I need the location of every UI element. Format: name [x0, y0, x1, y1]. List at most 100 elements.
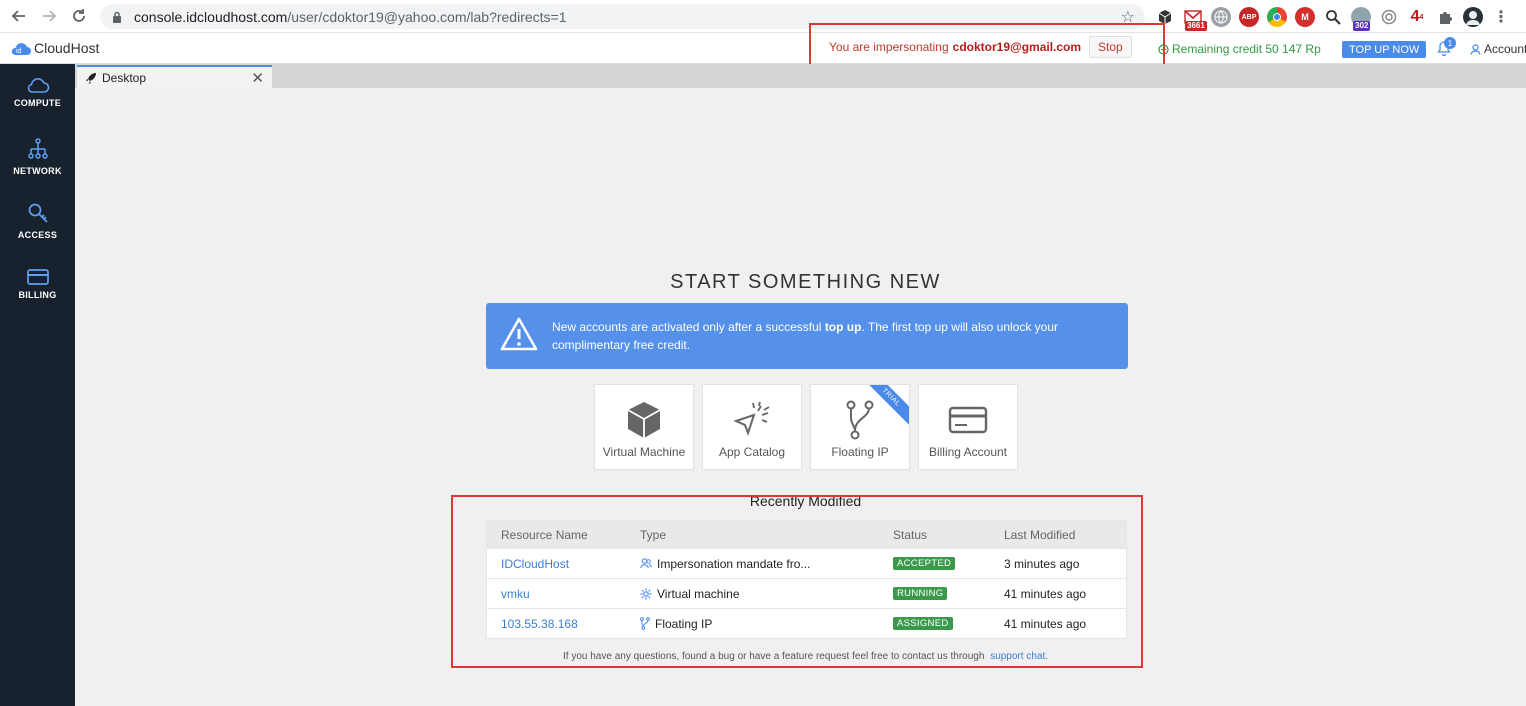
page-title: START SOMETHING NEW: [670, 271, 941, 293]
last-modified: 41 minutes ago: [1004, 586, 1087, 601]
network-icon: [27, 138, 48, 159]
sidebar-item-label: BILLING: [18, 290, 57, 300]
sidebar-item-billing[interactable]: BILLING: [0, 268, 75, 328]
table-header: Resource Name Type Status Last Modified: [487, 521, 1126, 548]
logo-text: CloudHost: [34, 40, 100, 56]
circle-ext-icon[interactable]: [1379, 7, 1399, 27]
reload-icon[interactable]: [68, 5, 90, 27]
card-label: Virtual Machine: [602, 445, 686, 459]
tab-strip: Desktop ✕: [75, 64, 1526, 88]
alert-top-up-link[interactable]: top up: [825, 320, 862, 334]
puzzle-icon[interactable]: [1435, 7, 1455, 27]
cube-icon: [627, 402, 661, 438]
card-icon: [948, 406, 988, 434]
app-header: id CloudHost You are impersonating cdokt…: [0, 23, 1526, 70]
sidebar-item-access[interactable]: ACCESS: [0, 202, 75, 262]
table-row[interactable]: IDCloudHost Impersonation mandate fro...…: [487, 548, 1126, 578]
card-virtual-machine[interactable]: Virtual Machine: [594, 384, 694, 470]
resource-type: Virtual machine: [657, 586, 740, 601]
quick-start-cards: Virtual Machine App Catalog TRIAL Floati…: [594, 384, 1018, 470]
col-type[interactable]: Type: [640, 521, 666, 548]
gear-icon: [640, 588, 652, 600]
back-icon[interactable]: [8, 5, 30, 27]
mail-m-icon[interactable]: M: [1295, 7, 1315, 27]
resource-type: Impersonation mandate fro...: [657, 556, 811, 571]
close-icon[interactable]: ✕: [251, 69, 264, 87]
sidebar-item-compute[interactable]: COMPUTE: [0, 76, 75, 136]
sidebar-item-label: COMPUTE: [13, 98, 62, 108]
recent-resources-table: Resource Name Type Status Last Modified …: [486, 520, 1127, 639]
logo-prefix: id: [16, 48, 22, 55]
profile-avatar[interactable]: [1463, 7, 1483, 27]
alert-text-before: New accounts are activated only after a …: [552, 320, 825, 334]
card-billing-account[interactable]: Billing Account: [918, 384, 1018, 470]
card-label: App Catalog: [718, 445, 786, 459]
resource-type: Floating IP: [655, 616, 713, 631]
last-modified: 41 minutes ago: [1004, 616, 1087, 631]
support-chat-link[interactable]: support chat.: [990, 651, 1048, 662]
card-floating-ip[interactable]: TRIAL Floating IP: [810, 384, 910, 470]
cloud-icon: [27, 78, 49, 93]
top-up-button[interactable]: TOP UP NOW: [1342, 41, 1427, 58]
card-label: Floating IP: [831, 445, 889, 459]
logo[interactable]: id CloudHost: [10, 40, 99, 56]
impersonating-email: cdoktor19@gmail.com: [952, 39, 1082, 54]
menu-dots-icon[interactable]: ⋮: [1491, 7, 1511, 27]
gmail-icon[interactable]: 3661: [1183, 7, 1207, 31]
credit-icon: [1158, 43, 1169, 55]
resource-link[interactable]: 103.55.38.168: [501, 617, 578, 631]
credit-text: Remaining credit 50 147 Rp: [1172, 42, 1321, 56]
sidebar: COMPUTE NETWORK ACCESS BILLING: [0, 64, 75, 706]
card-app-catalog[interactable]: App Catalog: [702, 384, 802, 470]
gmail-badge: 3661: [1185, 21, 1207, 31]
table-row[interactable]: vmku Virtual machine RUNNING 41 minutes …: [487, 578, 1126, 608]
browser-toolbar: console.idcloudhost.com /user/cdoktor19@…: [0, 0, 1526, 33]
notifications-count: 1: [1444, 37, 1456, 49]
key-icon: [28, 203, 48, 223]
activation-alert: New accounts are activated only after a …: [486, 303, 1128, 369]
url-host: console.idcloudhost.com: [134, 8, 288, 25]
resource-link[interactable]: vmku: [501, 587, 530, 601]
chrome-color-icon[interactable]: [1267, 7, 1287, 27]
url-path: /user/cdoktor19@yahoo.com/lab?redirects=…: [287, 8, 567, 25]
status-badge: ASSIGNED: [893, 617, 953, 630]
table-row[interactable]: 103.55.38.168 Floating IP ASSIGNED 41 mi…: [487, 608, 1126, 638]
desktop-panel: START SOMETHING NEW New accounts are act…: [75, 88, 1526, 706]
card-icon: [26, 269, 49, 285]
user-icon: [1470, 43, 1481, 55]
notifications-bell-icon[interactable]: 1: [1437, 37, 1456, 61]
last-modified: 3 minutes ago: [1004, 556, 1080, 571]
card-label: Billing Account: [928, 445, 1008, 459]
stop-impersonation-button[interactable]: Stop: [1089, 35, 1132, 58]
resource-link[interactable]: IDCloudHost: [501, 557, 569, 571]
alert-text: New accounts are activated only after a …: [552, 318, 1112, 354]
footnote-text: If you have any questions, found a bug o…: [563, 651, 985, 662]
sidebar-item-label: NETWORK: [13, 166, 62, 176]
forward-icon[interactable]: [38, 5, 60, 27]
users-icon: [640, 558, 652, 569]
support-footnote: If you have any questions, found a bug o…: [75, 651, 1526, 662]
impersonating-text: You are impersonating: [829, 39, 949, 54]
account-label: Account: [1484, 42, 1526, 56]
col-status[interactable]: Status: [893, 521, 927, 548]
ext-302-icon[interactable]: 302: [1351, 7, 1371, 31]
impersonation-banner: You are impersonating cdoktor19@gmail.co…: [809, 23, 1165, 70]
extensions-bar: 3661 ABP M 302 44 ⋮: [1155, 5, 1511, 31]
lock-icon: [112, 10, 126, 24]
sidebar-item-label: ACCESS: [17, 230, 58, 240]
branch-icon: [640, 617, 650, 630]
ext-4-icon[interactable]: 44: [1407, 7, 1427, 27]
account-menu[interactable]: Account: [1470, 42, 1526, 56]
cursor-burst-icon: [733, 401, 770, 436]
col-resource-name[interactable]: Resource Name: [501, 521, 588, 548]
sidebar-item-network[interactable]: NETWORK: [0, 138, 75, 198]
remaining-credit[interactable]: Remaining credit 50 147 Rp: [1158, 42, 1321, 56]
branch-icon: [846, 400, 874, 440]
tab-desktop[interactable]: Desktop ✕: [77, 65, 272, 88]
col-last-modified[interactable]: Last Modified: [1004, 521, 1075, 548]
magnifier-icon[interactable]: [1323, 7, 1343, 27]
status-badge: ACCEPTED: [893, 557, 956, 570]
adblock-icon[interactable]: ABP: [1239, 7, 1259, 27]
ext-302-badge: 302: [1353, 21, 1371, 31]
globe-icon[interactable]: [1211, 7, 1231, 27]
